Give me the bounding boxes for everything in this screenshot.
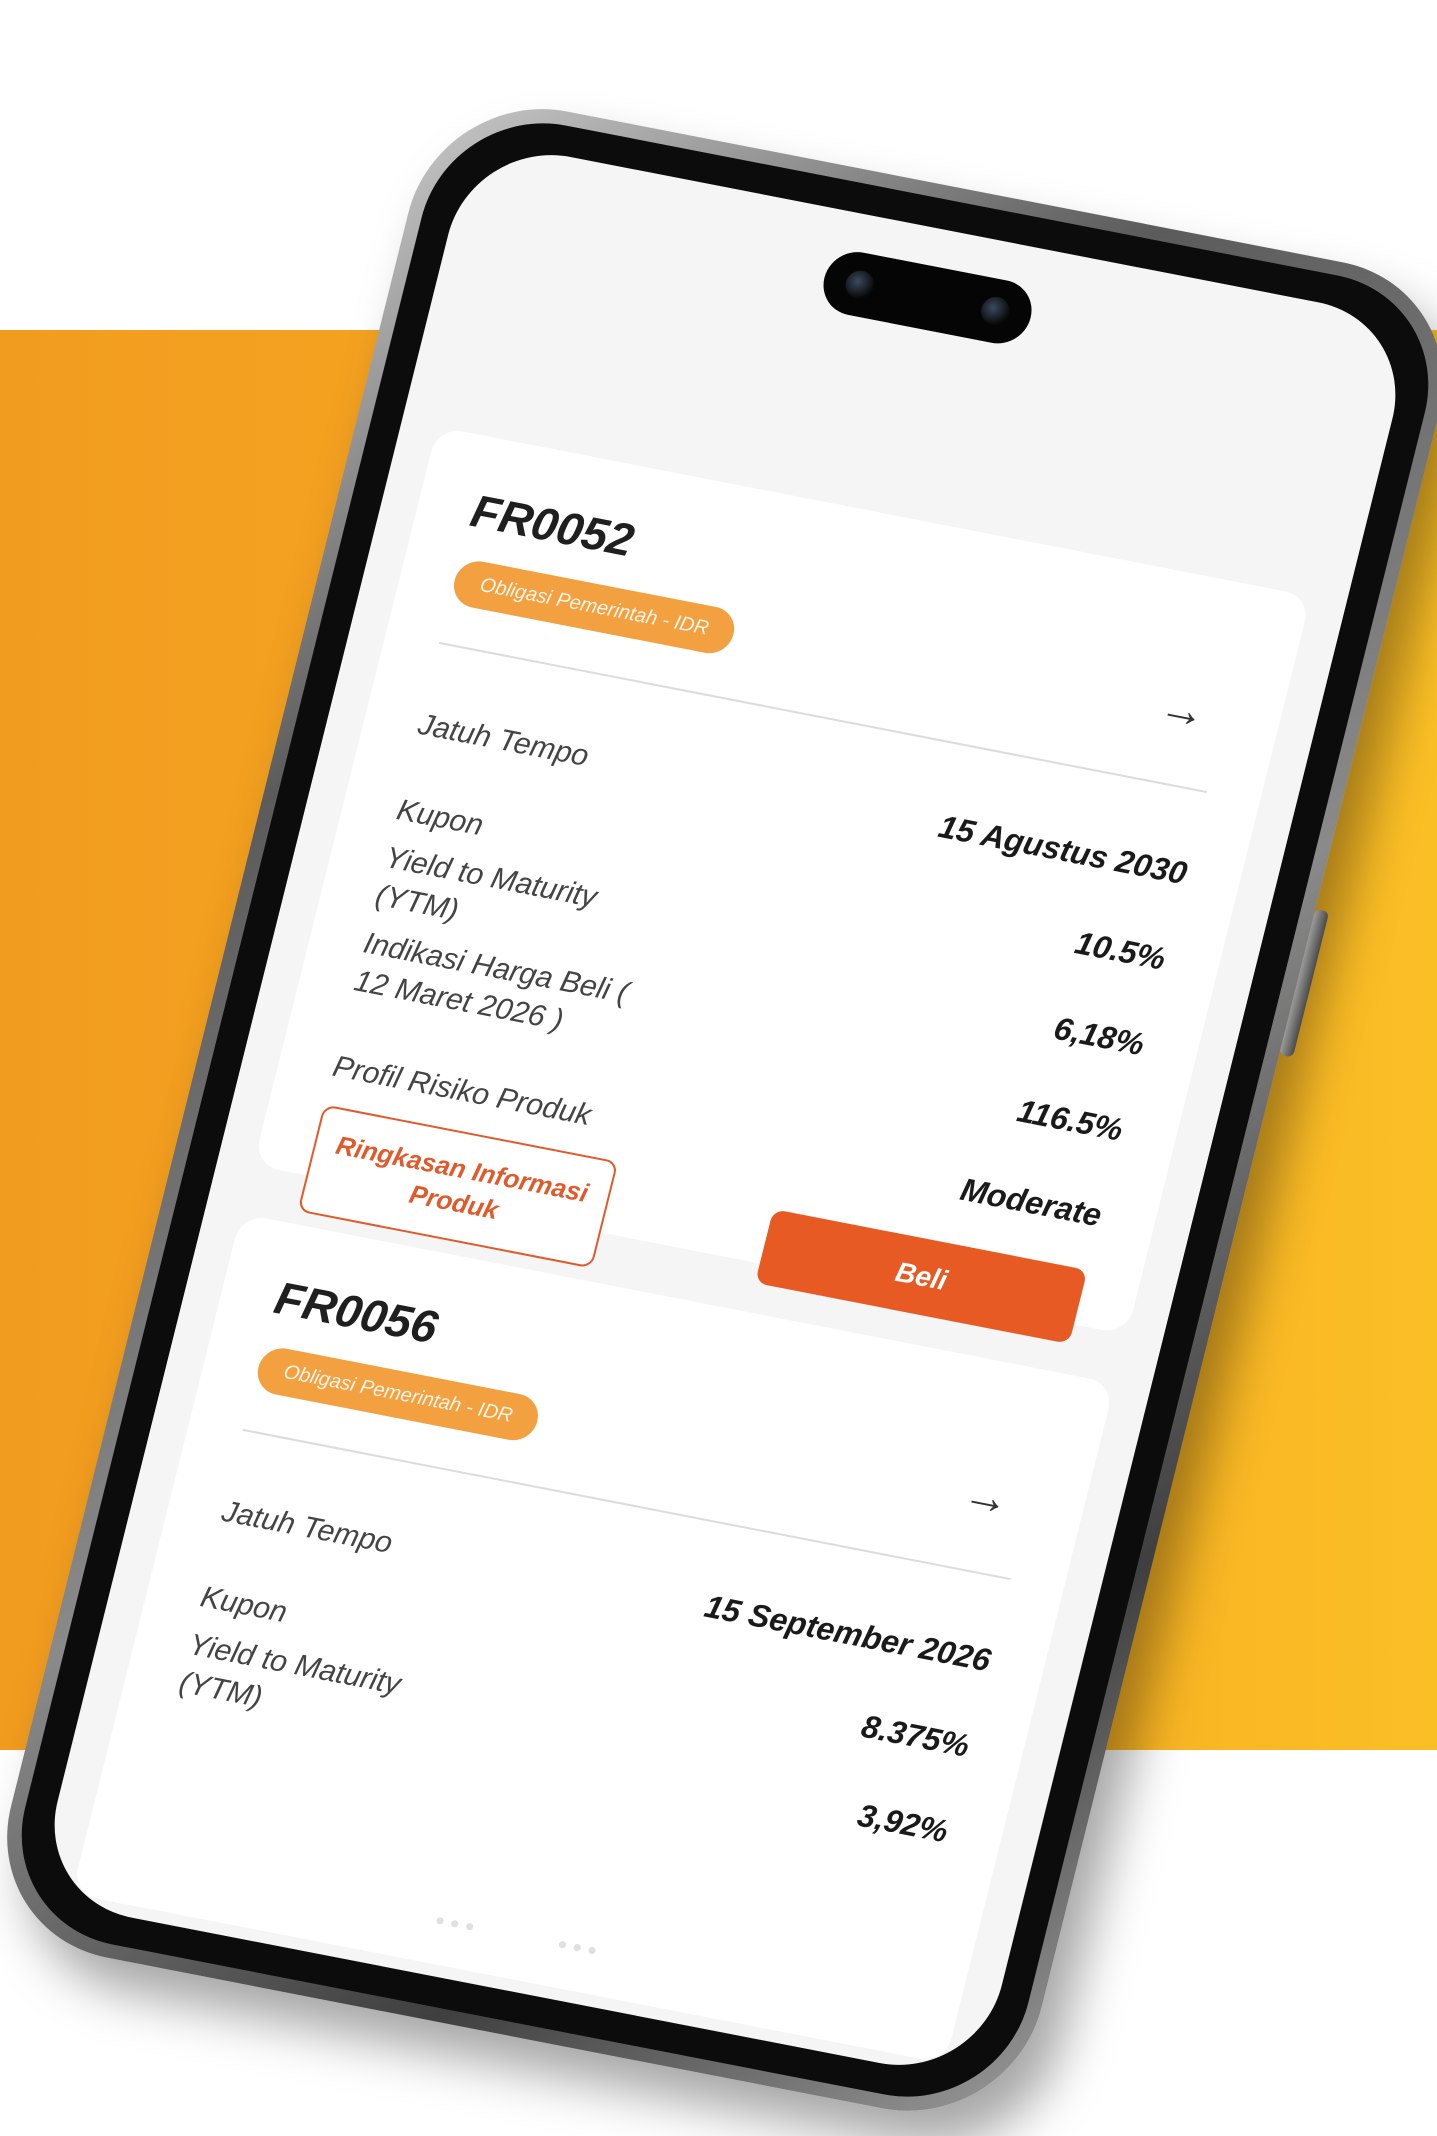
row-value: 3,92% <box>854 1796 952 1850</box>
row-value: 6,18% <box>1050 1009 1149 1063</box>
row-value: 10.5% <box>1071 924 1170 977</box>
row-value: Moderate <box>957 1171 1106 1234</box>
arrow-right-icon[interactable]: → <box>958 1465 1016 1526</box>
bond-card[interactable]: FR0052 Obligasi Pemerintah - IDR → Jatuh… <box>253 426 1312 1344</box>
row-label: Kupon <box>393 793 487 843</box>
camera-icon <box>842 268 877 301</box>
sensor-icon <box>978 294 1013 328</box>
dynamic-island <box>816 246 1039 349</box>
row-label: Kupon <box>197 1580 291 1630</box>
arrow-right-icon[interactable]: → <box>1154 678 1212 739</box>
